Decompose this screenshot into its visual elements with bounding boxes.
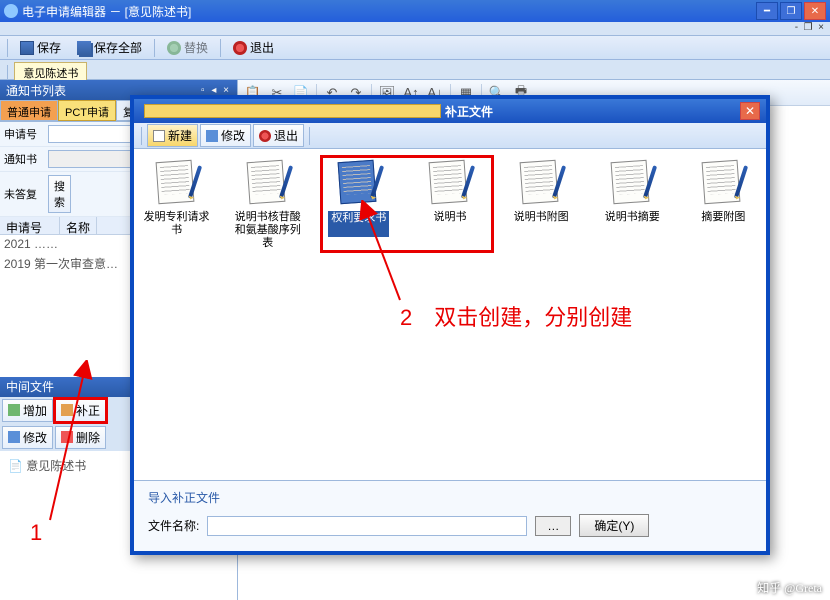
save-label: 保存 — [37, 39, 61, 56]
file-type-item[interactable]: 发明专利请求书 — [142, 159, 211, 250]
file-type-label: 权利要求书 — [328, 211, 389, 237]
watermark: 知乎 @Greta — [757, 579, 822, 596]
file-type-item-selected[interactable]: 权利要求书 — [324, 159, 393, 250]
exit-icon — [233, 41, 247, 55]
file-type-item[interactable]: 说明书 — [415, 159, 484, 250]
file-type-label: 说明书核苷酸和氨基酸序列表 — [233, 211, 302, 250]
main-toolbar: 保存 保存全部 替换 退出 — [0, 36, 830, 60]
col-name: 名称 — [60, 217, 97, 234]
browse-button[interactable]: … — [535, 516, 571, 536]
delete-icon — [61, 431, 73, 443]
document-icon — [151, 159, 203, 207]
dialog-exit-button[interactable]: 退出 — [253, 124, 304, 147]
col-app-no: 申请号 — [0, 217, 60, 234]
notice-list-title: 通知书列表 — [6, 82, 66, 99]
dialog-exit-label: 退出 — [274, 127, 298, 144]
add-button[interactable]: 增加 — [2, 399, 53, 422]
exit-button[interactable]: 退出 — [226, 36, 281, 59]
file-type-label: 发明专利请求书 — [142, 211, 211, 237]
delete-button[interactable]: 删除 — [55, 426, 106, 449]
document-tabs: 意见陈述书 — [0, 60, 830, 80]
tree-item-label: 意见陈述书 — [26, 459, 86, 473]
modify-icon — [206, 130, 218, 142]
modify-button[interactable]: 修改 — [2, 426, 53, 449]
correction-file-dialog: 补正文件 ✕ 新建 修改 退出 发明专利请求书 说明书核苷酸和氨基酸序列表 权利… — [130, 95, 770, 555]
file-name-input[interactable] — [207, 516, 527, 536]
file-type-item[interactable]: 摘要附图 — [689, 159, 758, 250]
dialog-footer: 导入补正文件 文件名称: … 确定(Y) — [134, 480, 766, 551]
app-no-label: 申请号 — [4, 126, 44, 142]
new-button[interactable]: 新建 — [147, 124, 198, 147]
file-type-item[interactable]: 说明书核苷酸和氨基酸序列表 — [233, 159, 302, 250]
dialog-icon — [144, 104, 441, 118]
modify-icon — [8, 431, 20, 443]
search-button[interactable]: 搜索 — [48, 175, 71, 213]
add-label: 增加 — [23, 402, 47, 419]
document-icon — [697, 159, 749, 207]
mdi-controls: - ❐ × — [0, 22, 830, 36]
status-label: 未答复 — [4, 186, 44, 202]
file-name-label: 文件名称: — [148, 517, 199, 534]
tab-normal[interactable]: 普通申请 — [0, 100, 58, 121]
document-icon — [333, 159, 385, 207]
dialog-title-bar: 补正文件 ✕ — [134, 99, 766, 123]
file-type-item[interactable]: 说明书摘要 — [598, 159, 667, 250]
document-icon — [242, 159, 294, 207]
dialog-close-button[interactable]: ✕ — [740, 102, 760, 120]
document-icon — [424, 159, 476, 207]
correct-label: 补正 — [76, 402, 100, 419]
mid-file-title: 中间文件 — [6, 378, 54, 395]
replace-button[interactable]: 替换 — [160, 36, 215, 59]
file-type-item[interactable]: 说明书附图 — [507, 159, 576, 250]
file-type-label: 说明书附图 — [514, 211, 569, 237]
tab-pct[interactable]: PCT申请 — [58, 100, 116, 121]
save-all-button[interactable]: 保存全部 — [70, 36, 149, 59]
delete-label: 删除 — [76, 429, 100, 446]
title-bar: 电子申请编辑器 － [意见陈述书] ━ ❐ ✕ — [0, 0, 830, 22]
correct-button[interactable]: 补正 — [55, 399, 106, 422]
refresh-icon — [167, 41, 181, 55]
import-group-label: 导入补正文件 — [148, 489, 752, 506]
new-icon — [153, 130, 165, 142]
exit-label: 退出 — [250, 39, 274, 56]
replace-label: 替换 — [184, 39, 208, 56]
new-label: 新建 — [168, 127, 192, 144]
app-icon — [4, 4, 18, 18]
document-icon — [606, 159, 658, 207]
save-icon — [20, 41, 34, 55]
minimize-button[interactable]: ━ — [756, 2, 778, 20]
notice-label: 通知书 — [4, 151, 44, 167]
maximize-button[interactable]: ❐ — [780, 2, 802, 20]
save-button[interactable]: 保存 — [13, 36, 68, 59]
ok-button[interactable]: 确定(Y) — [579, 514, 649, 537]
modify-label: 修改 — [23, 429, 47, 446]
dialog-title: 补正文件 — [445, 103, 740, 120]
file-type-label: 摘要附图 — [701, 211, 745, 237]
file-type-list: 发明专利请求书 说明书核苷酸和氨基酸序列表 权利要求书 说明书 说明书附图 说明… — [142, 159, 758, 250]
document-icon — [515, 159, 567, 207]
add-icon — [8, 404, 20, 416]
panel-controls[interactable]: ▫ ◂ × — [201, 85, 231, 96]
close-button[interactable]: ✕ — [804, 2, 826, 20]
dialog-toolbar: 新建 修改 退出 — [134, 123, 766, 149]
correct-icon — [61, 404, 73, 416]
window-title: 电子申请编辑器 － [意见陈述书] — [22, 3, 756, 20]
dialog-modify-label: 修改 — [221, 127, 245, 144]
dialog-body: 发明专利请求书 说明书核苷酸和氨基酸序列表 权利要求书 说明书 说明书附图 说明… — [134, 149, 766, 480]
exit-icon — [259, 130, 271, 142]
save-all-label: 保存全部 — [94, 39, 142, 56]
file-type-label: 说明书 — [433, 211, 466, 237]
save-all-icon — [77, 41, 91, 55]
file-type-label: 说明书摘要 — [605, 211, 660, 237]
dialog-modify-button[interactable]: 修改 — [200, 124, 251, 147]
